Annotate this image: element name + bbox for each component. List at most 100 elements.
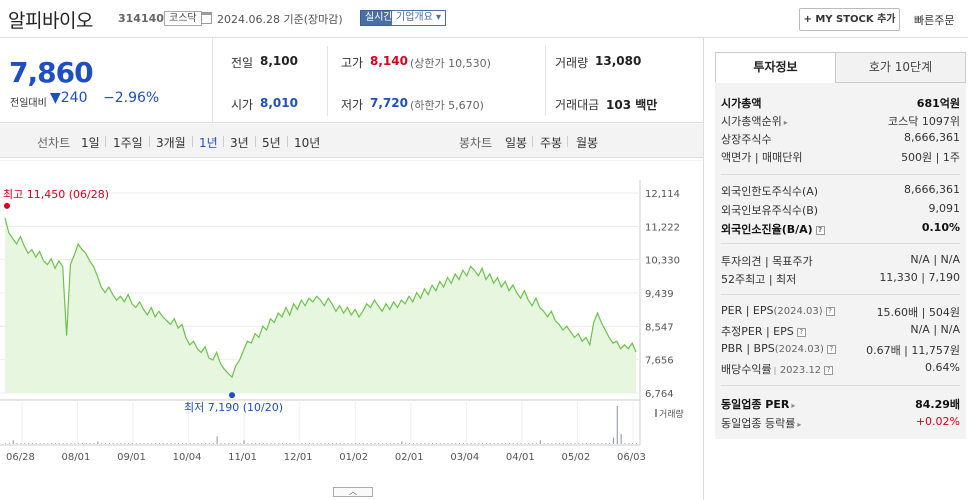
arrow-right-icon: ▸: [783, 118, 788, 127]
help-icon[interactable]: ?: [815, 226, 825, 235]
x-tick-label: 02/01: [395, 452, 424, 463]
volume-bar: [339, 443, 341, 444]
est-per-row: 추정PER | EPS? N/A | N/A: [721, 321, 960, 339]
period-3m[interactable]: 3개월: [156, 134, 186, 151]
volume-bar: [128, 443, 130, 444]
volume-bar: [131, 443, 133, 444]
separator: [192, 136, 193, 147]
volume-bar: [393, 443, 395, 444]
volume-bar: [78, 443, 80, 444]
divider: [545, 46, 546, 116]
volume-bar: [158, 443, 160, 444]
separator: [149, 136, 150, 147]
volume-bar: [612, 437, 614, 444]
volume-bar: [232, 443, 234, 444]
volume-bar: [112, 443, 114, 444]
volume-bar: [528, 443, 530, 444]
volume-bar: [493, 443, 495, 444]
help-icon[interactable]: ?: [824, 366, 834, 375]
stock-name: 알피바이오: [8, 10, 93, 32]
foreign-hold-value: 9,091: [928, 202, 961, 215]
volume-bar: [301, 443, 303, 444]
volume-bar: [262, 443, 264, 444]
market-badge: 코스닥: [164, 11, 202, 26]
y-tick-label: 8,547: [645, 322, 674, 333]
volume-bar: [412, 443, 414, 444]
industry-rate-value: +0.02%: [915, 415, 960, 428]
period-1d[interactable]: 1일: [81, 134, 100, 151]
chart-collapse-handle[interactable]: ︿: [333, 487, 373, 497]
volume-bar: [520, 443, 522, 444]
volume-bar: [174, 443, 176, 444]
help-icon[interactable]: ?: [825, 307, 835, 316]
volume-bar: [282, 443, 284, 444]
trade-amount-label: 거래대금: [555, 98, 600, 112]
volume-bar: [389, 443, 391, 444]
period-5y[interactable]: 5년: [262, 134, 281, 151]
volume-bar: [455, 443, 457, 444]
tab-investment-info[interactable]: 투자정보: [715, 52, 836, 83]
volume-bar: [401, 441, 403, 444]
market-cap-rank-row: 시가총액순위 ▸ 코스닥 1097위: [721, 111, 960, 129]
volume-bar: [39, 443, 41, 444]
industry-rate-label: 동일업종 등락률: [721, 417, 796, 430]
as-of-date: 2024.06.28 기준(장마감): [217, 13, 343, 26]
volume-bar: [20, 443, 22, 444]
period-1w[interactable]: 1주일: [113, 134, 143, 151]
volume-bar: [324, 443, 326, 444]
period-10y[interactable]: 10년: [294, 134, 320, 151]
rank-value: 코스닥 1097위: [888, 115, 960, 128]
x-tick-label: 06/28: [6, 452, 35, 463]
volume-bar: [12, 440, 14, 444]
period-1y[interactable]: 1년: [199, 134, 218, 151]
volume-bar: [332, 443, 334, 444]
shares-value: 8,666,361: [904, 131, 960, 144]
price-chart[interactable]: 12,114 11,222 10,330 9,439 8,547 7,656 6,764 06…: [0, 159, 703, 500]
period-3y[interactable]: 3년: [230, 134, 249, 151]
tab-orderbook[interactable]: 호가 10단계: [835, 52, 966, 83]
volume-bar: [335, 443, 337, 444]
volume-bar: [151, 443, 153, 444]
volume-bar: [628, 443, 630, 444]
est-per-value: N/A | N/A: [910, 323, 960, 336]
market-cap-row: 시가총액 681억원: [721, 93, 960, 111]
volume-value: 13,080: [595, 54, 642, 68]
y-tick-label: 9,439: [645, 289, 674, 300]
volume-bar: [416, 443, 418, 444]
volume-bar: [89, 443, 91, 444]
change-percent: −2.96%: [103, 90, 160, 106]
volume-bar: [636, 443, 637, 444]
volume-bar: [435, 443, 437, 444]
volume-bar: [347, 443, 349, 444]
dividend-year: 2023.12: [779, 365, 822, 376]
candle-daily[interactable]: 일봉: [505, 134, 527, 151]
volume-bar: [274, 443, 276, 444]
change-label: 전일대비: [10, 98, 47, 109]
high-value: 8,140: [370, 54, 408, 68]
volume-bar: [124, 443, 126, 444]
volume-bar: [166, 443, 168, 444]
pbr-year: (2024.03): [774, 344, 824, 355]
help-icon[interactable]: ?: [796, 328, 806, 337]
volume-bar: [562, 443, 564, 444]
help-icon[interactable]: ?: [826, 345, 836, 354]
volume-bar: [466, 443, 468, 444]
divider: [721, 294, 960, 295]
volume-bar: [524, 443, 526, 444]
dividend-label: 배당수익률: [721, 363, 772, 376]
volume-bar: [8, 443, 10, 444]
volume-bar: [378, 443, 380, 444]
candle-weekly[interactable]: 주봉: [540, 134, 562, 151]
company-overview-dropdown[interactable]: 기업개요 ▾: [391, 10, 446, 26]
quick-order-link[interactable]: 빠른주문: [914, 12, 954, 28]
par-row: 액면가 | 매매단위 500원 | 1주: [721, 147, 960, 165]
add-mystock-button[interactable]: + MY STOCK 추가: [799, 8, 900, 31]
volume-bar: [24, 443, 26, 444]
volume-legend-swatch: [655, 409, 657, 417]
low-label: 저가: [341, 98, 364, 112]
opinion-value: N/A | N/A: [910, 253, 960, 266]
volume-bar: [397, 443, 399, 444]
candle-monthly[interactable]: 월봉: [576, 134, 598, 151]
volume-bar: [585, 443, 587, 444]
low-value: 7,720: [370, 96, 408, 110]
